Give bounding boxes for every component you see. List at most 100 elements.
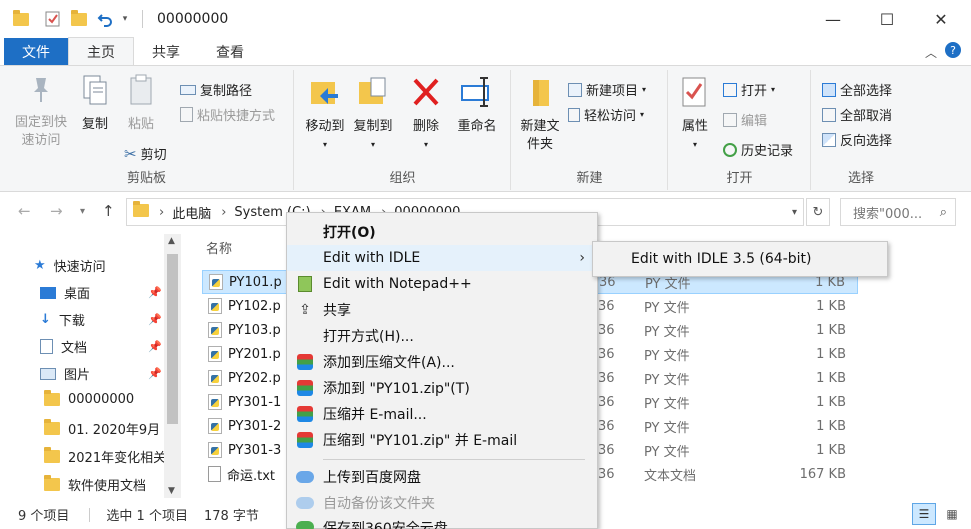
tab-file[interactable]: 文件 bbox=[4, 38, 68, 65]
ribbon-collapse-icon[interactable]: ︿ bbox=[925, 44, 937, 61]
archive-icon bbox=[296, 405, 314, 423]
menu-item-share[interactable]: ⇪ 共享 bbox=[287, 297, 597, 323]
maximize-button[interactable]: ☐ bbox=[864, 0, 910, 38]
undo-icon[interactable] bbox=[96, 10, 114, 28]
select-none-button[interactable]: 全部取消 bbox=[822, 105, 892, 124]
nav-item-quick-access[interactable]: ★ 快速访问 bbox=[34, 256, 106, 275]
nav-scrollbar[interactable]: ▲ ▼ bbox=[164, 234, 181, 498]
customize-toolbar-chevron-icon[interactable]: ▾ bbox=[116, 10, 134, 28]
download-arrow-icon: ↓ bbox=[40, 312, 51, 327]
delete-button[interactable]: 删除 ▾ bbox=[411, 74, 441, 154]
breadcrumb-this-pc[interactable]: 此电脑 bbox=[172, 203, 211, 222]
help-icon[interactable]: ? bbox=[945, 42, 961, 58]
menu-item-add-to-zip[interactable]: 添加到 "PY101.zip"(T) bbox=[287, 375, 597, 401]
scissors-icon: ✂ bbox=[124, 144, 137, 163]
back-arrow-icon[interactable]: ← bbox=[18, 202, 31, 220]
rename-button[interactable]: 重命名 bbox=[455, 74, 499, 136]
menu-item-edit-with-idle[interactable]: Edit with IDLE › bbox=[287, 245, 597, 271]
new-item-button[interactable]: 新建项目 ▾ bbox=[568, 80, 646, 99]
move-to-button[interactable]: 移动到 ▾ bbox=[303, 74, 347, 154]
copy-path-button[interactable]: 复制路径 bbox=[180, 80, 252, 99]
nav-item-folder[interactable]: 2021年变化相关 bbox=[44, 447, 166, 466]
large-icons-view-icon[interactable]: ▦ bbox=[940, 503, 964, 525]
menu-item-open-with[interactable]: 打开方式(H)... bbox=[287, 323, 597, 349]
breadcrumb-chevron-icon[interactable]: › bbox=[221, 205, 226, 220]
menu-item-compress-email[interactable]: 压缩并 E-mail... bbox=[287, 401, 597, 427]
open-button[interactable]: 打开 ▾ bbox=[723, 80, 775, 99]
cut-button[interactable]: ✂ 剪切 bbox=[124, 144, 167, 164]
python-file-icon bbox=[209, 274, 223, 290]
history-label: 历史记录 bbox=[741, 144, 794, 159]
submenu-item-idle-35[interactable]: Edit with IDLE 3.5 (64-bit) bbox=[631, 251, 812, 267]
breadcrumb-chevron-icon[interactable]: › bbox=[159, 205, 164, 220]
forward-arrow-icon[interactable]: → bbox=[50, 202, 63, 220]
select-all-button[interactable]: 全部选择 bbox=[822, 80, 892, 99]
menu-item-save-360[interactable]: 保存到360安全云盘 bbox=[287, 516, 597, 529]
history-button[interactable]: 历史记录 bbox=[723, 140, 793, 159]
scroll-up-icon[interactable]: ▲ bbox=[168, 236, 175, 246]
column-header-name[interactable]: 名称 bbox=[206, 238, 232, 257]
tab-view[interactable]: 查看 bbox=[198, 38, 262, 65]
nav-item-pictures[interactable]: 图片 bbox=[40, 364, 90, 383]
tab-share[interactable]: 共享 bbox=[134, 38, 198, 65]
scroll-thumb[interactable] bbox=[167, 254, 178, 424]
copy-to-button[interactable]: 复制到 ▾ bbox=[351, 74, 395, 154]
search-input[interactable]: 搜索"000... ⌕ bbox=[840, 198, 956, 226]
pin-icon[interactable]: 📌 bbox=[148, 313, 162, 326]
minimize-button[interactable]: — bbox=[810, 0, 856, 38]
paste-shortcut-button[interactable]: 粘贴快捷方式 bbox=[180, 105, 275, 124]
details-view-icon[interactable]: ☰ bbox=[912, 503, 936, 525]
paste-icon bbox=[124, 74, 158, 112]
tab-home[interactable]: 主页 bbox=[68, 37, 134, 65]
open-icon bbox=[723, 82, 737, 97]
recent-locations-chevron-icon[interactable]: ▾ bbox=[80, 206, 85, 217]
file-size: 1 KB bbox=[816, 418, 846, 434]
menu-item-compress-zip-email[interactable]: 压缩到 "PY101.zip" 并 E-mail bbox=[287, 427, 597, 453]
menu-item-upload-baidu[interactable]: 上传到百度网盘 bbox=[287, 464, 597, 490]
nav-item-documents[interactable]: 文档 bbox=[40, 337, 87, 356]
menu-separator bbox=[323, 459, 585, 460]
edit-button[interactable]: 编辑 bbox=[723, 110, 767, 129]
invert-selection-button[interactable]: 反向选择 bbox=[822, 130, 892, 149]
refresh-icon[interactable]: ↻ bbox=[806, 198, 830, 226]
nav-item-label: 2021年变化相关 bbox=[68, 451, 167, 466]
address-dropdown-chevron-icon[interactable]: ▾ bbox=[792, 207, 797, 218]
pin-icon[interactable]: 📌 bbox=[148, 340, 162, 353]
menu-item-add-to-archive[interactable]: 添加到压缩文件(A)... bbox=[287, 349, 597, 375]
desktop-icon bbox=[40, 286, 56, 299]
menu-item-label: 自动备份该文件夹 bbox=[323, 496, 435, 512]
menu-item-label: 添加到 "PY101.zip"(T) bbox=[323, 381, 470, 397]
new-folder-label: 新建文件夹 bbox=[520, 119, 560, 152]
menu-item-open[interactable]: 打开(O) bbox=[287, 219, 597, 245]
nav-item-label: 00000000 bbox=[68, 392, 135, 407]
clipboard-group: 固定到快速访问 复制 粘贴 复制路径 粘贴快捷方式 ✂ 剪切 剪贴板 bbox=[0, 70, 294, 190]
close-button[interactable]: ✕ bbox=[918, 0, 964, 38]
paste-button[interactable]: 粘贴 bbox=[124, 74, 158, 134]
nav-item-folder[interactable]: 00000000 bbox=[44, 390, 135, 407]
menu-item-auto-backup[interactable]: 自动备份该文件夹 bbox=[287, 490, 597, 516]
properties-button[interactable]: 属性 ▾ bbox=[675, 74, 715, 154]
menu-item-label: 添加到压缩文件(A)... bbox=[323, 355, 455, 371]
new-folder-icon[interactable] bbox=[70, 9, 88, 28]
easy-access-button[interactable]: 轻松访问 ▾ bbox=[568, 105, 644, 124]
ribbon: 固定到快速访问 复制 粘贴 复制路径 粘贴快捷方式 ✂ 剪切 剪贴板 移动到 ▾… bbox=[0, 66, 971, 192]
menu-item-label: 共享 bbox=[323, 303, 351, 319]
up-arrow-icon[interactable]: ↑ bbox=[102, 202, 115, 220]
pin-quick-access-button[interactable]: 固定到快速访问 bbox=[10, 74, 72, 150]
new-folder-button[interactable]: 新建文件夹 bbox=[516, 74, 564, 154]
nav-item-downloads[interactable]: ↓ 下载 bbox=[40, 310, 85, 329]
scroll-down-icon[interactable]: ▼ bbox=[168, 486, 175, 496]
file-type: PY 文件 bbox=[644, 396, 690, 412]
properties-check-icon[interactable] bbox=[44, 10, 62, 28]
copy-button[interactable]: 复制 bbox=[78, 74, 112, 134]
menu-item-edit-with-notepadpp[interactable]: Edit with Notepad++ bbox=[287, 271, 597, 297]
nav-item-folder[interactable]: 01. 2020年9月 bbox=[44, 419, 160, 438]
pin-icon[interactable]: 📌 bbox=[148, 286, 162, 299]
file-date: 36 bbox=[598, 442, 615, 458]
pin-icon[interactable]: 📌 bbox=[148, 367, 162, 380]
folder-icon bbox=[44, 390, 60, 406]
nav-item-folder[interactable]: 软件使用文档 bbox=[44, 475, 146, 494]
archive-icon bbox=[296, 353, 314, 371]
nav-item-desktop[interactable]: 桌面 bbox=[40, 283, 90, 302]
file-name: PY301-2 bbox=[228, 418, 282, 434]
